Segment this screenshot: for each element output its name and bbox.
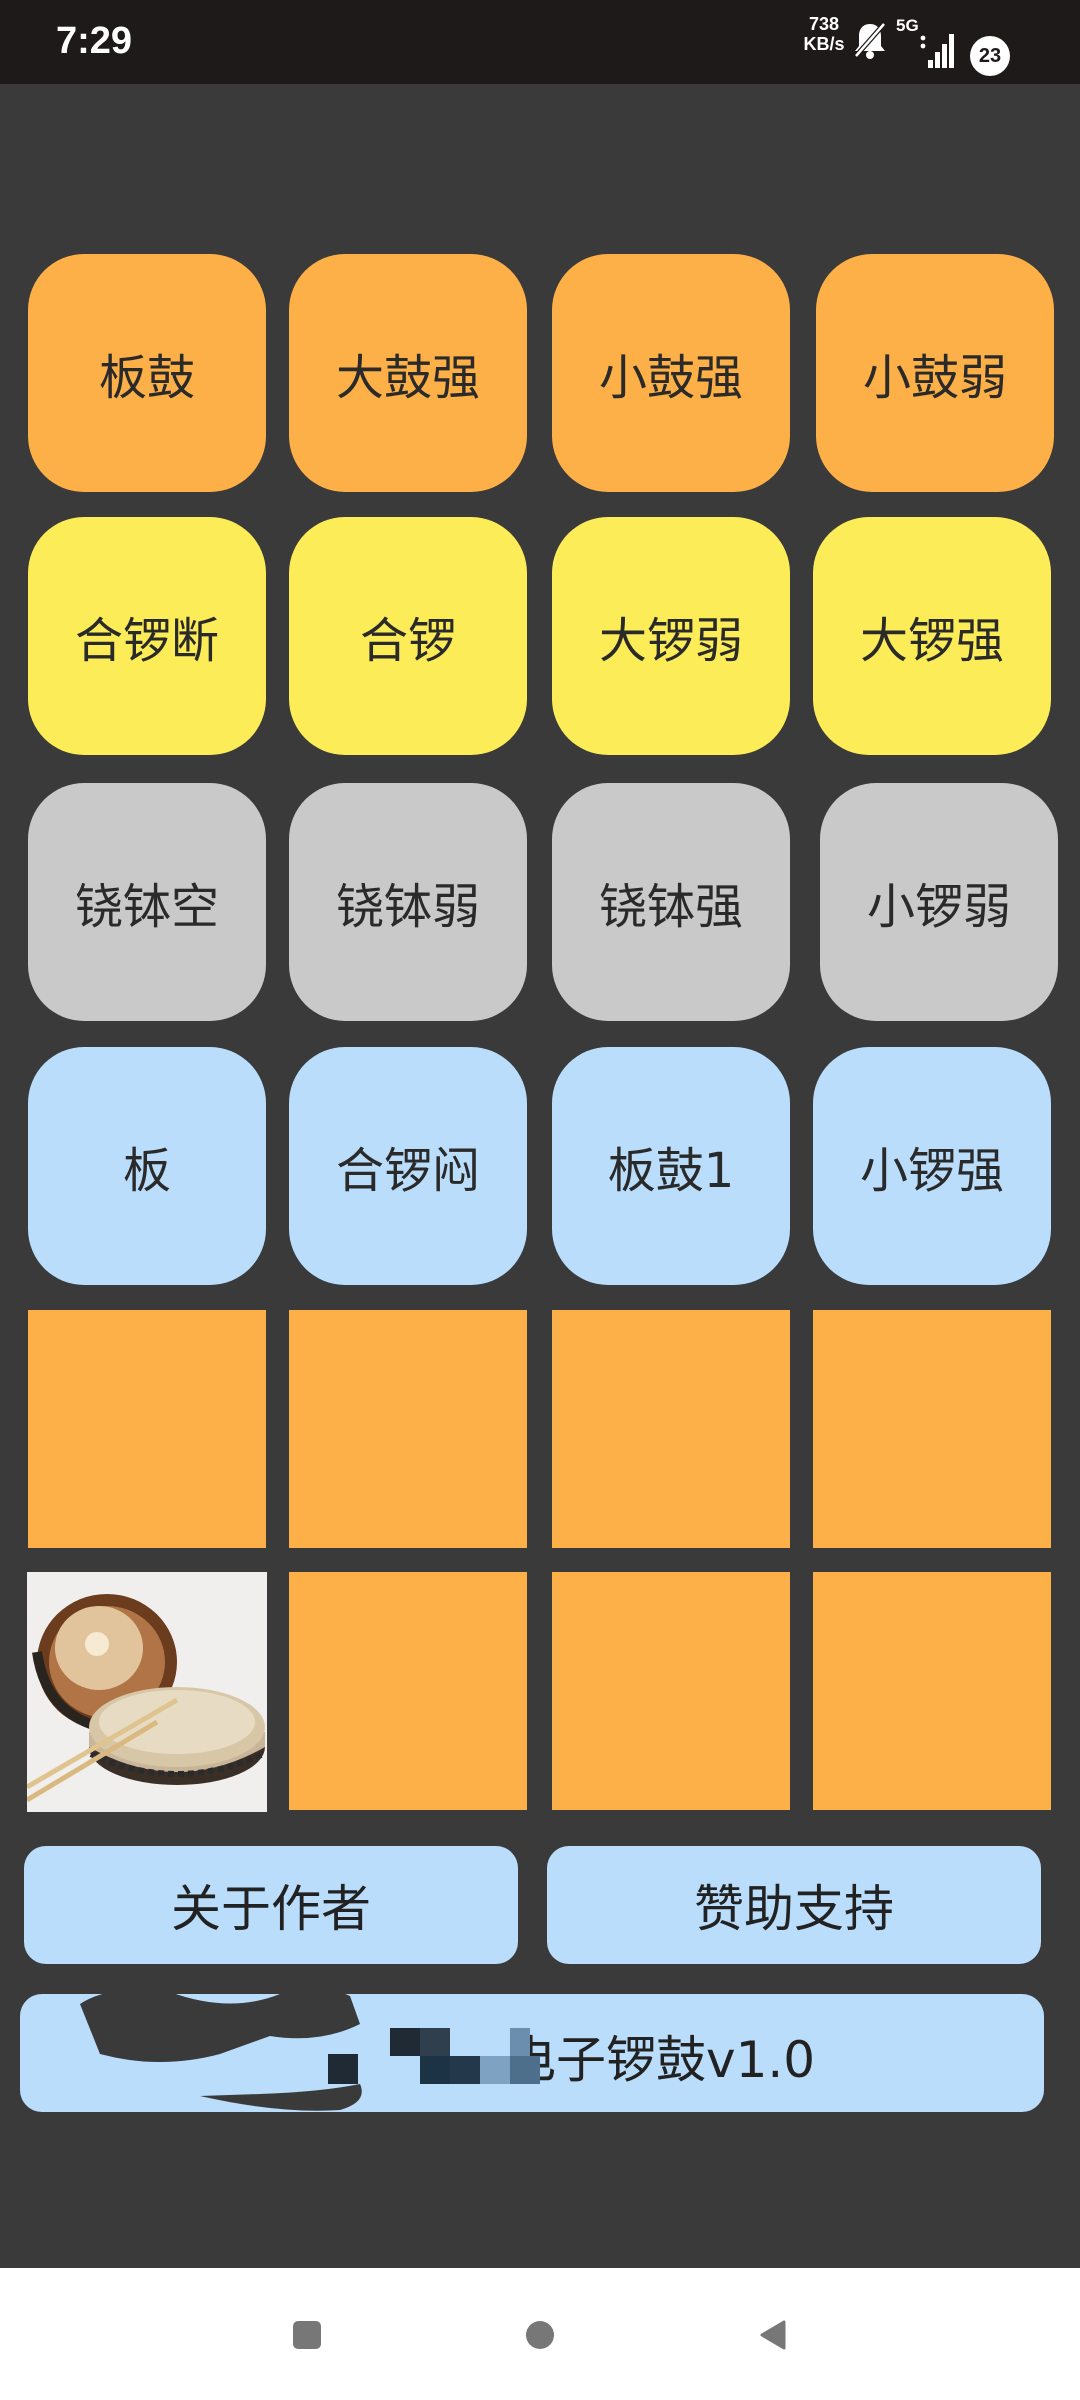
pad-naobo-strong[interactable]: 铙钵强 (552, 783, 790, 1021)
pad-daluo-strong[interactable]: 大锣强 (813, 517, 1051, 755)
empty-pad[interactable] (813, 1310, 1051, 1548)
app-title-bar: 电子锣鼓v1.0 (20, 1988, 1044, 2112)
home-circle-icon[interactable] (523, 2318, 557, 2352)
empty-pad[interactable] (552, 1572, 790, 1810)
sponsor-button[interactable]: 赞助支持 (547, 1846, 1041, 1964)
pad-xiaogu-weak[interactable]: 小鼓弱 (816, 254, 1054, 492)
pad-heluo-men[interactable]: 合锣闷 (289, 1047, 527, 1285)
drum-image[interactable] (27, 1572, 267, 1812)
pad-heluo[interactable]: 合锣 (289, 517, 527, 755)
signal-icon (920, 26, 954, 74)
pad-naobo-weak[interactable]: 铙钵弱 (289, 783, 527, 1021)
empty-pad[interactable] (289, 1310, 527, 1548)
notification-badge: 23 (970, 36, 1010, 76)
recents-square-icon[interactable] (290, 2318, 324, 2352)
empty-pad[interactable] (28, 1310, 266, 1548)
pad-ban[interactable]: 板 (28, 1047, 266, 1285)
redaction-overlay (20, 1988, 1044, 2112)
bell-off-icon (852, 20, 888, 64)
back-triangle-icon[interactable] (756, 2318, 790, 2352)
pad-xiaoluo-weak[interactable]: 小锣弱 (820, 783, 1058, 1021)
empty-pad[interactable] (289, 1572, 527, 1810)
network-type: 5G (896, 16, 919, 35)
pad-bangu[interactable]: 板鼓 (28, 254, 266, 492)
network-speed-unit: KB/s (803, 34, 845, 54)
network-speed-value: 738 (808, 14, 840, 34)
pad-daluo-weak[interactable]: 大锣弱 (552, 517, 790, 755)
pad-xiaogu-strong[interactable]: 小鼓强 (552, 254, 790, 492)
navigation-bar (0, 2268, 1080, 2400)
pad-bangu-1[interactable]: 板鼓1 (552, 1047, 790, 1285)
pad-dagu-strong[interactable]: 大鼓强 (289, 254, 527, 492)
network-speed: 738 KB/s (800, 14, 848, 54)
pad-xiaoluo-strong[interactable]: 小锣强 (813, 1047, 1051, 1285)
status-bar: 7:29 738 KB/s 5G 23 (0, 0, 1080, 84)
pad-heluo-duan[interactable]: 合锣断 (28, 517, 266, 755)
status-time: 7:29 (56, 20, 133, 62)
empty-pad[interactable] (813, 1572, 1051, 1810)
pad-naobo-empty[interactable]: 铙钵空 (28, 783, 266, 1021)
about-author-button[interactable]: 关于作者 (24, 1846, 518, 1964)
empty-pad[interactable] (552, 1310, 790, 1548)
